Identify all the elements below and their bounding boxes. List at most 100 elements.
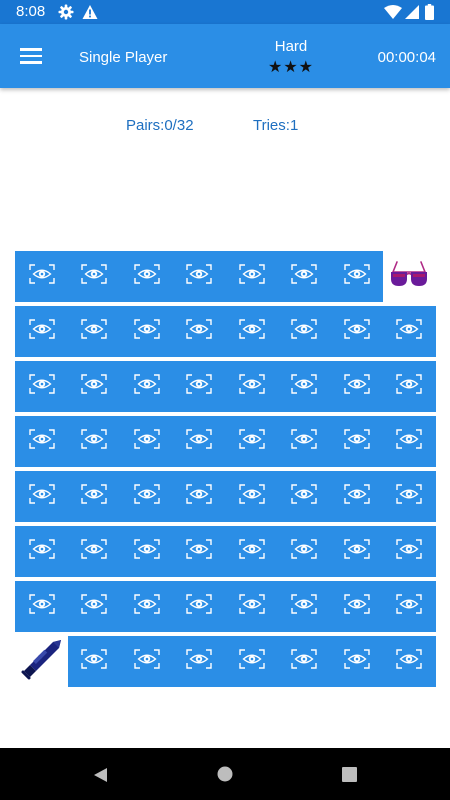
eye-scan-icon — [133, 539, 160, 564]
card-facedown[interactable] — [67, 306, 121, 357]
eye-scan-icon — [343, 539, 370, 564]
card-row — [15, 471, 436, 522]
card-facedown[interactable] — [382, 306, 436, 357]
card-facedown[interactable] — [15, 526, 68, 577]
card-revealed — [15, 636, 68, 687]
card-row — [15, 526, 436, 577]
status-time: 8:08 — [16, 3, 46, 20]
card-facedown[interactable] — [172, 581, 226, 632]
card-facedown[interactable] — [382, 416, 436, 467]
card-facedown[interactable] — [277, 471, 331, 522]
card-facedown[interactable] — [67, 581, 121, 632]
eye-scan-icon — [81, 319, 107, 344]
card-facedown[interactable] — [67, 526, 121, 577]
card-facedown[interactable] — [277, 416, 331, 467]
card-facedown[interactable] — [172, 306, 226, 357]
card-facedown[interactable] — [120, 306, 173, 357]
card-facedown[interactable] — [15, 581, 68, 632]
card-facedown[interactable] — [120, 636, 173, 687]
card-facedown[interactable] — [172, 526, 226, 577]
back-icon[interactable] — [92, 767, 108, 788]
card-facedown[interactable] — [172, 636, 226, 687]
card-facedown[interactable] — [382, 471, 436, 522]
eye-scan-icon — [28, 539, 55, 564]
card-facedown[interactable] — [120, 471, 173, 522]
card-facedown[interactable] — [120, 526, 173, 577]
menu-icon[interactable] — [20, 48, 42, 64]
card-facedown[interactable] — [172, 361, 226, 412]
eye-scan-icon — [81, 594, 107, 619]
card-revealed — [382, 251, 436, 302]
eye-scan-icon — [133, 264, 160, 289]
card-facedown[interactable] — [330, 416, 383, 467]
card-facedown[interactable] — [225, 306, 278, 357]
card-facedown[interactable] — [382, 636, 436, 687]
card-facedown[interactable] — [330, 251, 383, 302]
eye-scan-icon — [28, 484, 55, 509]
home-icon[interactable] — [217, 766, 233, 787]
card-facedown[interactable] — [330, 306, 383, 357]
card-facedown[interactable] — [120, 416, 173, 467]
recents-icon[interactable] — [342, 767, 357, 787]
eye-scan-icon — [343, 649, 370, 674]
card-facedown[interactable] — [120, 581, 173, 632]
card-facedown[interactable] — [67, 361, 121, 412]
card-grid — [15, 251, 436, 691]
card-facedown[interactable] — [277, 526, 331, 577]
card-facedown[interactable] — [15, 361, 68, 412]
eye-scan-icon — [81, 264, 107, 289]
card-facedown[interactable] — [15, 416, 68, 467]
card-facedown[interactable] — [67, 471, 121, 522]
card-facedown[interactable] — [277, 581, 331, 632]
eye-scan-icon — [28, 594, 55, 619]
card-facedown[interactable] — [67, 416, 121, 467]
card-facedown[interactable] — [277, 306, 331, 357]
card-facedown[interactable] — [225, 251, 278, 302]
status-bar: 8:08 — [0, 0, 450, 24]
eye-scan-icon — [238, 319, 265, 344]
card-facedown[interactable] — [225, 636, 278, 687]
card-facedown[interactable] — [15, 306, 68, 357]
eye-scan-icon — [396, 429, 422, 454]
card-facedown[interactable] — [277, 361, 331, 412]
card-facedown[interactable] — [15, 471, 68, 522]
eye-scan-icon — [291, 594, 317, 619]
card-facedown[interactable] — [15, 251, 68, 302]
card-facedown[interactable] — [225, 471, 278, 522]
signal-icon — [405, 5, 419, 24]
eye-scan-icon — [396, 539, 422, 564]
card-facedown[interactable] — [225, 361, 278, 412]
eye-scan-icon — [238, 429, 265, 454]
card-facedown[interactable] — [120, 361, 173, 412]
card-facedown[interactable] — [172, 416, 226, 467]
card-facedown[interactable] — [330, 636, 383, 687]
card-facedown[interactable] — [67, 636, 121, 687]
pairs-counter: Pairs:0/32 — [126, 117, 194, 134]
card-facedown[interactable] — [225, 581, 278, 632]
card-facedown[interactable] — [225, 526, 278, 577]
eye-scan-icon — [343, 264, 370, 289]
card-facedown[interactable] — [277, 636, 331, 687]
card-facedown[interactable] — [172, 251, 226, 302]
card-facedown[interactable] — [382, 361, 436, 412]
card-facedown[interactable] — [120, 251, 173, 302]
card-facedown[interactable] — [172, 471, 226, 522]
card-facedown[interactable] — [382, 526, 436, 577]
card-row — [15, 416, 436, 467]
card-facedown[interactable] — [330, 361, 383, 412]
card-facedown[interactable] — [382, 581, 436, 632]
card-facedown[interactable] — [225, 416, 278, 467]
card-facedown[interactable] — [330, 581, 383, 632]
card-facedown[interactable] — [330, 526, 383, 577]
card-facedown[interactable] — [277, 251, 331, 302]
card-facedown[interactable] — [330, 471, 383, 522]
eye-scan-icon — [238, 484, 265, 509]
card-facedown[interactable] — [67, 251, 121, 302]
card-row — [15, 306, 436, 357]
battery-icon — [425, 4, 434, 25]
eye-scan-icon — [396, 484, 422, 509]
settings-icon — [58, 4, 74, 25]
eye-scan-icon — [343, 594, 370, 619]
eye-scan-icon — [28, 374, 55, 399]
eye-scan-icon — [238, 539, 265, 564]
